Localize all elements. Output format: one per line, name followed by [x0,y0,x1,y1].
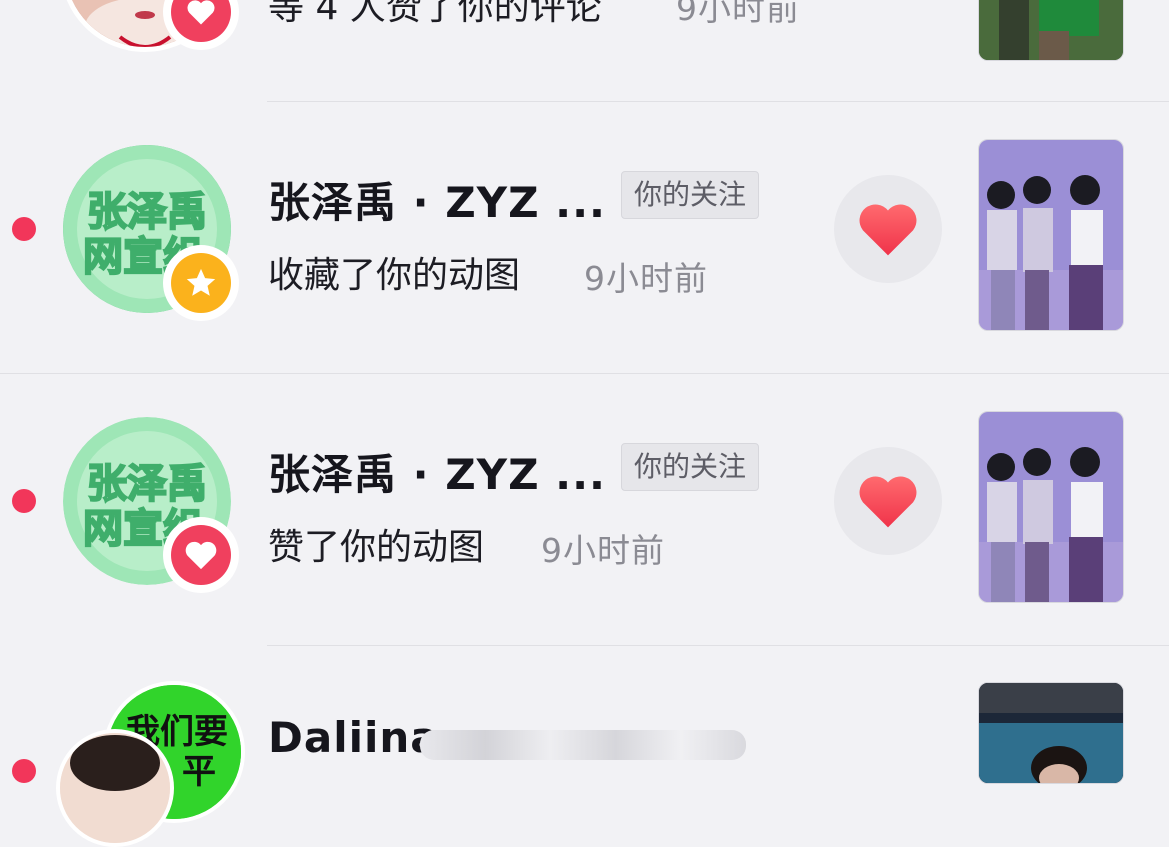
timestamp: 9小时前 [584,259,708,298]
unread-dot [12,759,36,783]
thumbnail-image [979,0,1123,60]
user-name[interactable]: Daliina [268,713,440,762]
thumbnail-image [979,140,1123,330]
like-button[interactable] [834,175,942,283]
user-name[interactable]: 张泽禹 · ZYZ ... [268,441,606,502]
timestamp: 9小时前 [541,531,665,570]
avatar-photo [60,733,170,843]
star-icon [186,268,216,296]
notification-row[interactable]: 张泽禹 网宣组 张泽禹 · ZYZ ... 你的关注 收藏了你的动图 9小时前 [0,103,1169,373]
heart-icon [859,204,917,256]
row-divider [267,645,1169,646]
unread-dot [12,217,36,241]
heart-icon [185,541,217,570]
post-thumbnail[interactable] [978,0,1124,61]
post-thumbnail[interactable] [978,411,1124,603]
svg-text:张泽禹: 张泽禹 [87,189,207,235]
heart-icon [859,476,917,528]
row-divider [267,101,1169,102]
heart-icon [187,0,215,25]
row-divider [0,373,1169,374]
notification-row[interactable]: 等 4 人赞了你的评论 9小时前 [0,0,1169,102]
like-badge [163,517,239,593]
redacted-name-blur [420,730,746,760]
star-badge [163,245,239,321]
action-text: 等 4 人赞了你的评论 [268,0,602,28]
unread-dot [12,489,36,513]
user-name[interactable]: 张泽禹 · ZYZ ... [268,169,606,230]
action-text: 赞了你的动图 [268,527,485,568]
post-thumbnail[interactable] [978,139,1124,331]
follow-tag: 你的关注 [621,443,760,491]
thumbnail-image [979,683,1123,783]
thumbnail-image [979,412,1123,602]
notification-row[interactable]: 张泽禹 网宣组 张泽禹 · ZYZ ... 你的关注 赞了你的动图 9小时前 [0,375,1169,645]
like-button[interactable] [834,447,942,555]
post-thumbnail[interactable] [978,682,1124,784]
action-text: 收藏了你的动图 [268,255,521,296]
svg-text:张泽禹: 张泽禹 [87,461,207,507]
avatar-secondary [56,729,174,847]
follow-tag: 你的关注 [621,171,760,219]
svg-text:平: 平 [182,752,216,792]
timestamp: 9小时前 [676,0,800,28]
